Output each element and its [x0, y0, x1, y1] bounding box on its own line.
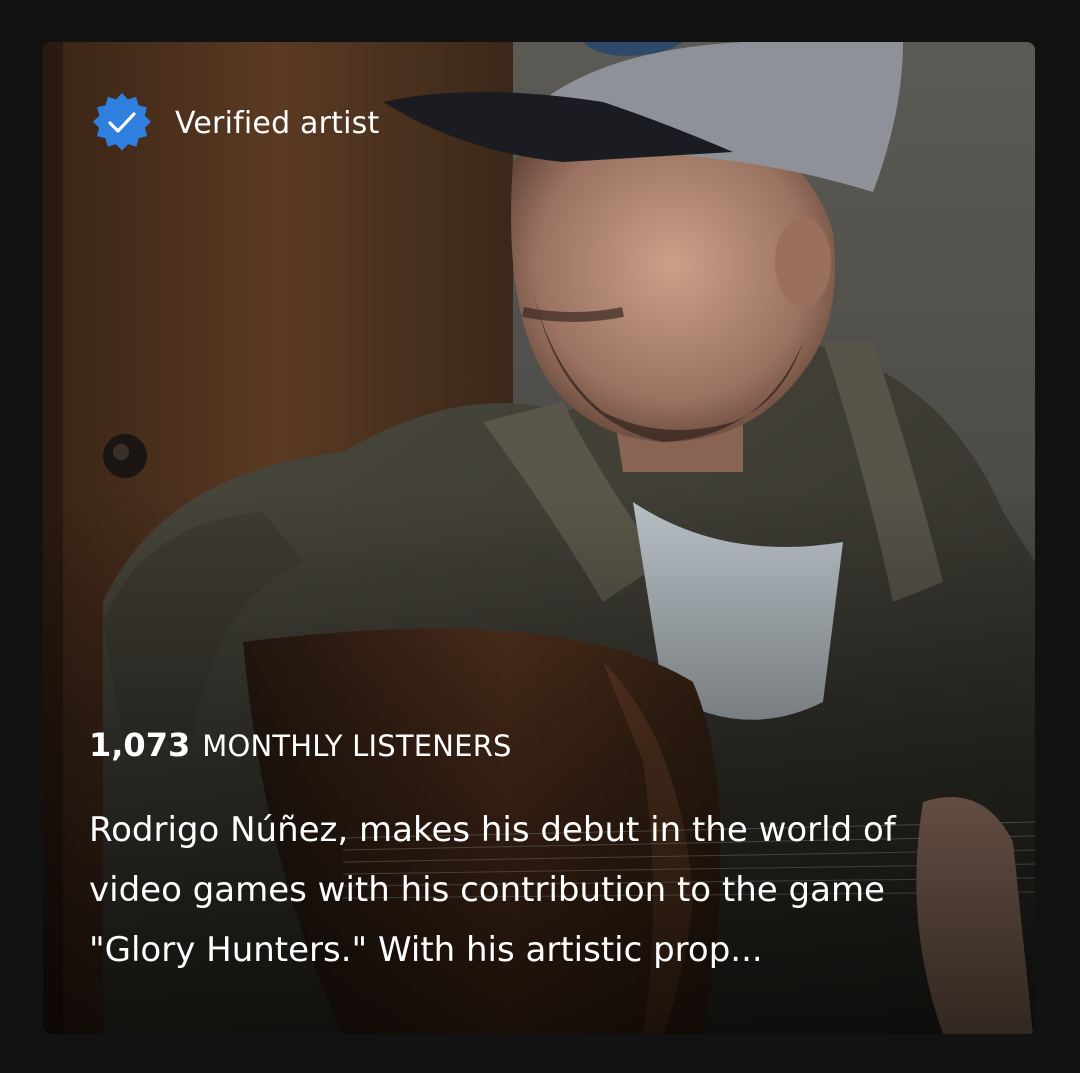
- artist-about-card[interactable]: Verified artist 1,073 MONTHLY LISTENERS …: [43, 42, 1035, 1034]
- listener-unit-label: MONTHLY LISTENERS: [202, 729, 512, 763]
- screen: Verified artist 1,073 MONTHLY LISTENERS …: [0, 0, 1080, 1073]
- verified-artist-badge: Verified artist: [89, 90, 379, 156]
- monthly-listeners: 1,073 MONTHLY LISTENERS: [89, 726, 512, 764]
- verified-check-icon: [93, 93, 151, 151]
- artist-bio-text[interactable]: Rodrigo Núñez, makes his debut in the wo…: [89, 800, 989, 980]
- verified-artist-label: Verified artist: [175, 105, 380, 141]
- listener-count: 1,073: [89, 726, 191, 764]
